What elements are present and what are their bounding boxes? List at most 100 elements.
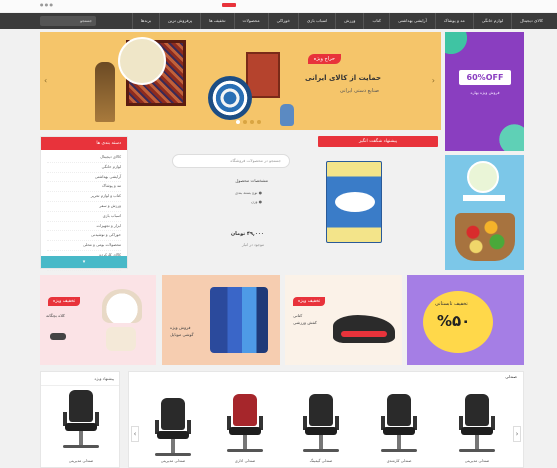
tile-text: فروش ویژه bbox=[170, 325, 191, 330]
promo-tile-summer-sale[interactable]: تخفیف تابستانی %۵۰ bbox=[407, 275, 524, 365]
nav-item[interactable]: برندها bbox=[131, 13, 159, 29]
category-item[interactable]: مد و پوشاک bbox=[47, 182, 121, 193]
nav-item[interactable]: لوازم خانگی bbox=[472, 13, 511, 29]
special-offer-heading: پیشنهاد ویژه bbox=[41, 372, 119, 386]
featured-product[interactable]: پیشنهاد شگفت انگیز bbox=[318, 136, 440, 269]
hero-slider[interactable]: حراج ویژه حمایت از کالای ایرانی صنایع دس… bbox=[40, 32, 441, 130]
product-info-panel: جستجو در محصولات فروشگاه مشخصات محصول ● … bbox=[160, 136, 310, 269]
nav-search-input[interactable]: جستجو bbox=[40, 16, 96, 26]
product-carousel: صندلی ‹ › صندلی مدیریتی صندلی اداری صندل… bbox=[128, 371, 524, 468]
product-name[interactable]: صندلی گیمینگ bbox=[291, 458, 351, 463]
phones-image bbox=[210, 287, 268, 353]
tile-button[interactable] bbox=[50, 333, 66, 340]
nav-item[interactable]: اسباب بازی bbox=[298, 13, 335, 29]
promo-banner-fruit[interactable] bbox=[445, 155, 524, 270]
sale-percent: %۵۰ bbox=[437, 312, 471, 330]
category-item[interactable]: کتاب و لوازم تحریر bbox=[47, 192, 121, 202]
category-heading: دسته بندی ها bbox=[41, 137, 127, 150]
hero-badge: حراج ویژه bbox=[307, 54, 341, 64]
category-item[interactable]: کالای دیجیتال bbox=[47, 153, 121, 163]
nav-item[interactable]: محصولات bbox=[233, 13, 268, 29]
discount-label: 60%OFF bbox=[459, 70, 511, 85]
category-expand-button[interactable]: ▾ bbox=[41, 256, 127, 268]
slider-dots bbox=[236, 120, 261, 124]
slider-dot[interactable] bbox=[250, 120, 254, 124]
info-line: ● نوع بسته بندی bbox=[234, 190, 262, 195]
slider-dot[interactable] bbox=[236, 120, 240, 124]
tile-text: کفش ورزشی bbox=[293, 320, 317, 325]
brand-logo[interactable] bbox=[222, 3, 236, 7]
top-links[interactable]: ● ● ● bbox=[40, 2, 53, 7]
promo-tile-hats[interactable]: تخفیف ویژه کلاه بچگانه bbox=[40, 275, 156, 365]
tile-text: کتانی bbox=[293, 313, 303, 318]
carousel-prev-icon[interactable]: ‹ bbox=[131, 426, 139, 442]
nav-item[interactable]: کالای دیجیتال bbox=[511, 13, 551, 29]
chair-image[interactable] bbox=[223, 394, 267, 464]
leaf-decoration bbox=[445, 32, 479, 66]
stock-note: موجود در انبار bbox=[241, 242, 264, 247]
product-name[interactable]: صندلی مدیریتی bbox=[51, 458, 111, 463]
package-label bbox=[335, 192, 375, 212]
main-nav: جستجو کالای دیجیتال لوازم خانگی مد و پوش… bbox=[0, 13, 557, 29]
nav-item[interactable]: ورزش bbox=[335, 13, 363, 29]
nav-item[interactable]: پرفروش ترین bbox=[159, 13, 200, 29]
product-price: ۴۹,۰۰۰ تومان bbox=[230, 231, 264, 237]
nav-item[interactable]: تخفیف ها bbox=[200, 13, 233, 29]
nav-item[interactable]: آرایشی بهداشتی bbox=[388, 13, 435, 29]
sign-image bbox=[463, 195, 505, 201]
category-item[interactable]: آرایشی بهداشتی bbox=[47, 173, 121, 183]
info-line: ● وزن bbox=[251, 199, 262, 204]
promo-tile-phones[interactable]: فروش ویژه گوشی موبایل bbox=[162, 275, 280, 365]
hat-image bbox=[102, 289, 142, 323]
nav-item[interactable]: مد و پوشاک bbox=[434, 13, 473, 29]
product-search-input[interactable]: جستجو در محصولات فروشگاه bbox=[172, 154, 290, 168]
chair-image bbox=[59, 390, 103, 460]
nav-item[interactable]: کتاب bbox=[363, 13, 388, 29]
product-name[interactable]: صندلی اداری bbox=[215, 458, 275, 463]
discount-subtitle: فروش ویژه بهاره bbox=[470, 90, 500, 95]
shoe-image bbox=[333, 315, 395, 343]
hero-subtitle: صنایع دستی ایرانی bbox=[339, 88, 379, 94]
vase-image bbox=[280, 104, 294, 126]
carousel-heading: صندلی bbox=[505, 374, 517, 379]
special-offer-card[interactable]: پیشنهاد ویژه صندلی مدیریتی bbox=[40, 371, 120, 468]
top-strip: ● ● ● bbox=[0, 0, 557, 12]
mascot-image bbox=[467, 161, 499, 193]
sale-title: تخفیف تابستانی bbox=[435, 301, 468, 307]
tile-text: کلاه بچگانه bbox=[46, 313, 65, 318]
product-package-image bbox=[326, 161, 382, 243]
lamp-image bbox=[95, 62, 115, 122]
slider-dot[interactable] bbox=[243, 120, 247, 124]
bottom-section: پیشنهاد ویژه صندلی مدیریتی صندلی ‹ › صند… bbox=[40, 371, 524, 468]
plate-image bbox=[208, 76, 252, 120]
fruit-basket-image bbox=[455, 213, 515, 261]
chair-image[interactable] bbox=[377, 394, 421, 464]
featured-heading: پیشنهاد شگفت انگیز bbox=[318, 136, 438, 147]
leaf-decoration bbox=[488, 113, 524, 151]
chair-image[interactable] bbox=[455, 394, 499, 464]
category-item[interactable]: ورزش و سفر bbox=[47, 202, 121, 212]
product-name[interactable]: صندلی کارمندی bbox=[369, 458, 429, 463]
nav-item[interactable]: خوراکی bbox=[267, 13, 298, 29]
slider-dot[interactable] bbox=[257, 120, 261, 124]
tile-badge: تخفیف ویژه bbox=[293, 297, 326, 306]
handicraft-emblem bbox=[118, 37, 166, 85]
product-name[interactable]: صندلی مدیریتی bbox=[143, 458, 203, 463]
chair-image[interactable] bbox=[299, 394, 343, 464]
hero-title: حمایت از کالای ایرانی bbox=[305, 74, 381, 82]
promo-tile-shoes[interactable]: تخفیف ویژه کتانی کفش ورزشی bbox=[285, 275, 402, 365]
tile-text: گوشی موبایل bbox=[170, 332, 194, 337]
tile-badge: تخفیف ویژه bbox=[48, 297, 81, 306]
category-item[interactable]: محصولات بومی و محلی bbox=[47, 241, 121, 251]
slider-next-icon[interactable]: › bbox=[432, 76, 435, 85]
category-item[interactable]: لوازم خانگی bbox=[47, 163, 121, 173]
promo-banner-discount[interactable]: 60%OFF فروش ویژه بهاره bbox=[445, 32, 524, 151]
nav-menu: کالای دیجیتال لوازم خانگی مد و پوشاک آرا… bbox=[131, 13, 551, 29]
shoe-accent bbox=[341, 331, 387, 337]
category-item[interactable]: اسباب بازی bbox=[47, 212, 121, 222]
slider-prev-icon[interactable]: ‹ bbox=[44, 76, 47, 85]
product-name[interactable]: صندلی مدیریتی bbox=[447, 458, 507, 463]
category-item[interactable]: ابزار و تجهیزات bbox=[47, 222, 121, 232]
category-item[interactable]: خوراکی و نوشیدنی bbox=[47, 231, 121, 242]
carousel-next-icon[interactable]: › bbox=[513, 426, 521, 442]
